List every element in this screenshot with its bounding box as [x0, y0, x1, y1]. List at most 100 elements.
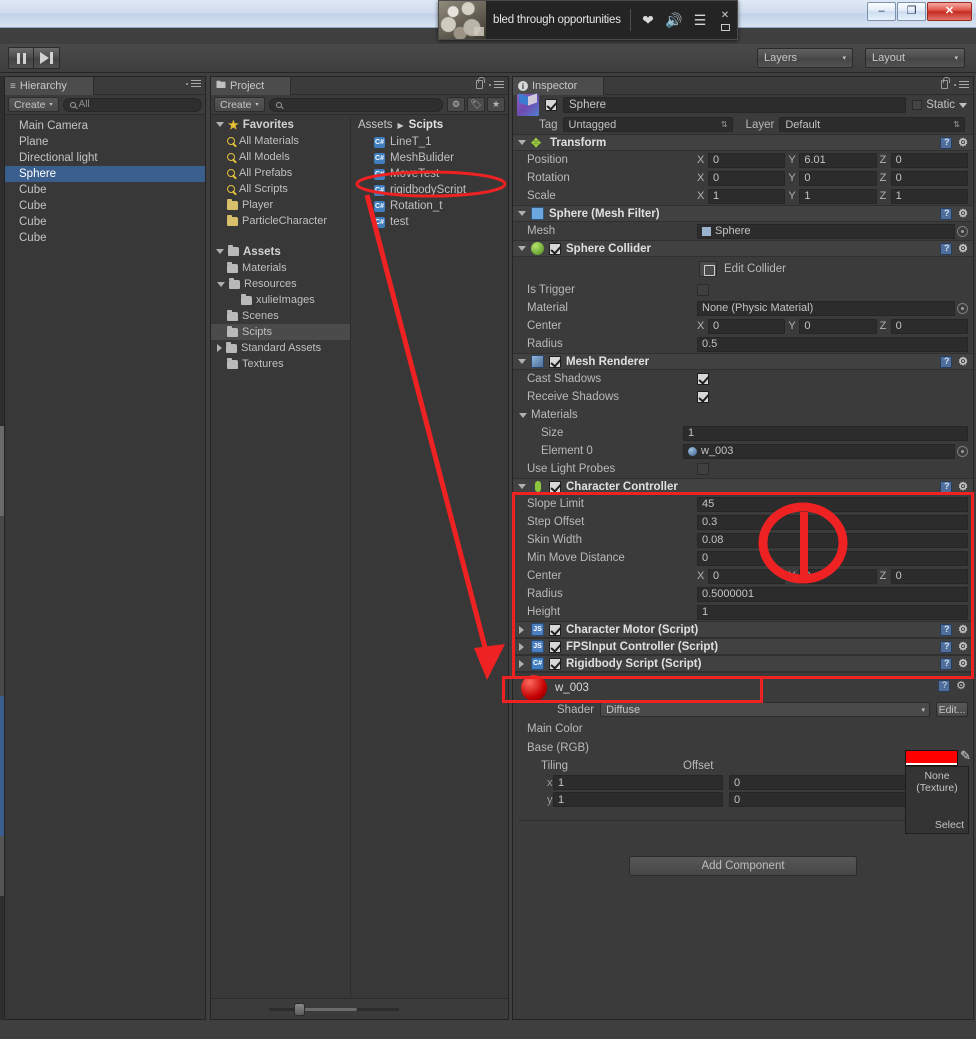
tiling-y-input[interactable]: 1 — [553, 792, 723, 807]
texture-select-button[interactable]: Select — [935, 819, 964, 831]
gameobject-name-input[interactable]: Sphere — [563, 97, 907, 113]
asset-item[interactable]: C# MeshBulider — [352, 150, 508, 166]
chevron-down-icon[interactable] — [517, 484, 526, 489]
chevron-down-icon[interactable] — [517, 246, 526, 251]
lock-icon[interactable] — [941, 77, 950, 89]
chevron-down-icon[interactable] — [959, 102, 967, 108]
hierarchy-panel-menu[interactable] — [186, 80, 201, 87]
gear-icon[interactable]: ⚙ — [957, 208, 969, 220]
collider-center-z-input[interactable]: 0 — [890, 318, 968, 334]
texture-slot[interactable]: None (Texture) Select — [905, 766, 969, 834]
hierarchy-item[interactable]: Main Camera — [5, 118, 205, 134]
project-search-input[interactable] — [268, 97, 443, 112]
tag-dropdown[interactable]: Untagged ⇅ — [562, 117, 733, 132]
hierarchy-item[interactable]: Sphere — [5, 166, 205, 182]
rotation-z-input[interactable]: 0 — [890, 170, 968, 186]
gear-icon[interactable]: ⚙ — [957, 624, 969, 636]
component-header-script[interactable]: JS Character Motor (Script) ⚙ — [513, 621, 973, 638]
hierarchy-item[interactable]: Cube — [5, 230, 205, 246]
element0-object-field[interactable]: w_003 — [683, 443, 968, 459]
hierarchy-search-input[interactable]: All — [62, 97, 202, 112]
collider-center-x-input[interactable]: 0 — [708, 318, 786, 334]
sphere-collider-enabled-checkbox[interactable] — [549, 242, 561, 255]
rotation-y-input[interactable]: 0 — [799, 170, 877, 186]
slope-limit-input[interactable]: 45 — [697, 496, 968, 512]
lock-icon[interactable] — [476, 77, 485, 89]
step-offset-input[interactable]: 0.3 — [697, 514, 968, 530]
use-light-probes-checkbox[interactable] — [697, 463, 709, 475]
hierarchy-create-button[interactable]: Create ▾ — [8, 97, 59, 112]
project-panel-menu[interactable] — [476, 77, 504, 89]
script-enabled-checkbox[interactable] — [549, 657, 561, 670]
component-header-script[interactable]: C# Rigidbody Script (Script) ⚙ — [513, 655, 973, 672]
materials-foldout-row[interactable]: Materials — [513, 406, 973, 424]
help-icon[interactable] — [940, 356, 952, 368]
chevron-down-icon[interactable] — [517, 140, 526, 145]
component-header-script[interactable]: JS FPSInput Controller (Script) ⚙ — [513, 638, 973, 655]
asset-item[interactable]: C# Rotation_t — [352, 198, 508, 214]
project-tree-item[interactable]: Scenes — [211, 308, 350, 324]
static-toggle[interactable]: Static — [912, 99, 969, 111]
min-move-distance-input[interactable]: 0 — [697, 550, 968, 566]
cc-center-z-input[interactable]: 0 — [890, 568, 968, 584]
cc-height-input[interactable]: 1 — [697, 604, 968, 620]
favorite-star-icon[interactable]: ★ — [487, 97, 505, 112]
position-x-input[interactable]: 0 — [708, 152, 786, 168]
heart-icon[interactable]: ❤ — [635, 1, 661, 39]
help-icon[interactable] — [940, 624, 952, 636]
media-close-button[interactable]: ✕ — [713, 1, 737, 39]
chevron-down-icon[interactable] — [517, 359, 526, 364]
step-button[interactable] — [34, 47, 60, 69]
mesh-object-field[interactable]: Sphere — [697, 223, 968, 239]
project-tree-item[interactable]: xulieImages — [211, 292, 350, 308]
hierarchy-item[interactable]: Cube — [5, 198, 205, 214]
hierarchy-item[interactable]: Plane — [5, 134, 205, 150]
static-checkbox[interactable] — [912, 100, 923, 110]
gear-icon[interactable]: ⚙ — [957, 481, 969, 493]
collider-radius-input[interactable]: 0.5 — [697, 336, 968, 352]
tab-project[interactable]: 🖿 Project — [211, 77, 292, 95]
chevron-down-icon[interactable] — [217, 281, 225, 287]
gear-icon[interactable]: ⚙ — [957, 137, 969, 149]
minimize-button[interactable]: – — [867, 2, 896, 21]
object-picker-icon[interactable] — [957, 445, 968, 457]
favorites-header[interactable]: ★ Favorites — [211, 116, 350, 133]
chevron-right-icon[interactable] — [519, 642, 524, 651]
character-controller-enabled-checkbox[interactable] — [549, 480, 561, 493]
inspector-panel-menu[interactable] — [941, 77, 969, 89]
position-y-input[interactable]: 6.01 — [799, 152, 877, 168]
project-tree-item[interactable]: Scipts — [211, 324, 350, 340]
asset-item[interactable]: C# rigidbodyScript — [352, 182, 508, 198]
project-favorite-item[interactable]: All Models — [211, 149, 350, 165]
tab-inspector[interactable]: i Inspector — [513, 77, 605, 95]
physic-material-field[interactable]: None (Physic Material) — [697, 300, 968, 316]
script-enabled-checkbox[interactable] — [549, 623, 561, 636]
project-favorite-item[interactable]: Player — [211, 197, 350, 213]
position-z-input[interactable]: 0 — [890, 152, 968, 168]
scale-y-input[interactable]: 1 — [799, 188, 877, 204]
eyedropper-icon[interactable]: ✎ — [960, 748, 974, 764]
main-color-swatch[interactable] — [905, 750, 958, 766]
tiling-x-input[interactable]: 1 — [553, 775, 723, 790]
receive-shadows-checkbox[interactable] — [697, 391, 709, 403]
project-favorite-item[interactable]: All Scripts — [211, 181, 350, 197]
gear-icon[interactable]: ⚙ — [957, 356, 969, 368]
gear-icon[interactable]: ⚙ — [957, 641, 969, 653]
help-icon[interactable] — [940, 641, 952, 653]
project-tree-item[interactable]: Materials — [211, 260, 350, 276]
edit-collider-button[interactable] — [699, 261, 717, 277]
chevron-down-icon[interactable] — [519, 412, 527, 418]
breadcrumb-root[interactable]: Assets — [358, 119, 393, 131]
project-tree-item[interactable]: Resources — [211, 276, 350, 292]
help-icon[interactable] — [940, 208, 952, 220]
chevron-right-icon[interactable] — [519, 659, 524, 668]
asset-item[interactable]: C# test — [352, 214, 508, 230]
component-header-mesh-renderer[interactable]: Mesh Renderer ⚙ — [513, 353, 973, 370]
filter-by-label-icon[interactable]: 🏷 — [467, 97, 485, 112]
project-favorite-item[interactable]: All Materials — [211, 133, 350, 149]
cc-center-y-input[interactable]: 0 — [799, 568, 877, 584]
hierarchy-item[interactable]: Cube — [5, 214, 205, 230]
project-tree-item[interactable]: Standard Assets — [211, 340, 350, 356]
component-header-sphere-collider[interactable]: Sphere Collider ⚙ — [513, 240, 973, 257]
is-trigger-checkbox[interactable] — [697, 284, 709, 296]
